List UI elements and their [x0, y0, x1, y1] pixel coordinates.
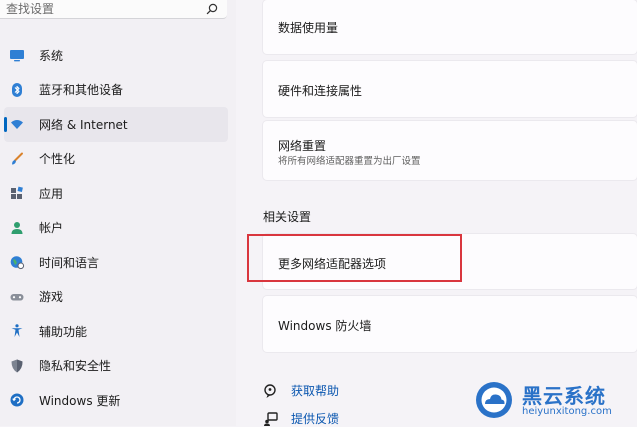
- apps-icon: [11, 186, 23, 200]
- sidebar-item-label: 个性化: [39, 152, 76, 167]
- data-usage-card[interactable]: 数据使用量: [263, 0, 637, 54]
- sidebar-item-label: 游戏: [39, 290, 64, 305]
- sidebar-item-network[interactable]: 网络 & Internet: [4, 107, 228, 142]
- sidebar-item-label: 隐私和安全性: [39, 359, 112, 374]
- card-description: 将所有网络适配器重置为出厂设置: [278, 156, 421, 167]
- accessibility-icon: [11, 324, 23, 338]
- card-title: 数据使用量: [278, 21, 339, 35]
- sidebar-item-label: 应用: [39, 186, 64, 201]
- more-adapter-options-card[interactable]: 更多网络适配器选项: [263, 234, 637, 289]
- sidebar: 系统 蓝牙和其他设备 网络 & Internet 个性化: [0, 0, 236, 426]
- get-help-link[interactable]: 获取帮助: [263, 382, 339, 399]
- main-content: 数据使用量 硬件和连接属性 网络重置 将所有网络适配器重置为出厂设置 相关设置 …: [236, 0, 637, 426]
- help-chat-icon: [264, 383, 276, 398]
- brush-icon: [12, 152, 23, 165]
- sidebar-item-gaming[interactable]: 游戏: [4, 280, 228, 315]
- give-feedback-label: 提供反馈: [291, 412, 340, 426]
- nav-list: 系统 蓝牙和其他设备 网络 & Internet 个性化 应用 帐户 时间和语言…: [0, 38, 236, 418]
- sidebar-item-label: 网络 & Internet: [39, 117, 128, 132]
- sidebar-item-label: 时间和语言: [39, 255, 100, 270]
- sidebar-item-label: 系统: [39, 48, 64, 63]
- sidebar-item-system[interactable]: 系统: [4, 38, 228, 73]
- sidebar-item-privacy[interactable]: 隐私和安全性: [4, 349, 228, 384]
- related-settings-heading: 相关设置: [263, 210, 312, 224]
- search-icon[interactable]: [205, 2, 219, 16]
- give-feedback-link[interactable]: 提供反馈: [263, 410, 339, 427]
- sidebar-item-bluetooth[interactable]: 蓝牙和其他设备: [4, 73, 228, 108]
- search-box[interactable]: [0, 0, 227, 19]
- person-icon: [11, 221, 23, 234]
- card-title: 网络重置: [278, 139, 327, 153]
- globe-clock-icon: [10, 256, 25, 270]
- gamepad-icon: [10, 293, 24, 301]
- search-input[interactable]: [6, 0, 196, 18]
- sidebar-item-label: 蓝牙和其他设备: [39, 83, 124, 98]
- sidebar-item-accessibility[interactable]: 辅助功能: [4, 314, 228, 349]
- card-title: Windows 防火墙: [278, 319, 372, 333]
- card-title: 更多网络适配器选项: [278, 257, 387, 271]
- sidebar-item-accounts[interactable]: 帐户: [4, 211, 228, 246]
- bluetooth-icon: [12, 82, 22, 97]
- network-reset-card[interactable]: 网络重置 将所有网络适配器重置为出厂设置: [263, 121, 637, 180]
- monitor-icon: [10, 50, 24, 62]
- wifi-icon: [11, 120, 23, 130]
- feedback-icon: [264, 411, 278, 426]
- sidebar-item-personalization[interactable]: 个性化: [4, 142, 228, 177]
- sidebar-item-time-language[interactable]: 时间和语言: [4, 245, 228, 280]
- update-icon: [10, 393, 24, 407]
- sidebar-item-label: 辅助功能: [39, 324, 88, 339]
- hardware-properties-card[interactable]: 硬件和连接属性: [263, 61, 637, 117]
- get-help-label: 获取帮助: [291, 384, 340, 398]
- sidebar-item-label: 帐户: [39, 221, 64, 236]
- windows-firewall-card[interactable]: Windows 防火墙: [263, 296, 637, 352]
- sidebar-item-windows-update[interactable]: Windows 更新: [4, 383, 228, 418]
- shield-icon: [11, 359, 23, 373]
- sidebar-item-apps[interactable]: 应用: [4, 176, 228, 211]
- sidebar-item-label: Windows 更新: [39, 393, 121, 408]
- card-title: 硬件和连接属性: [278, 84, 363, 98]
